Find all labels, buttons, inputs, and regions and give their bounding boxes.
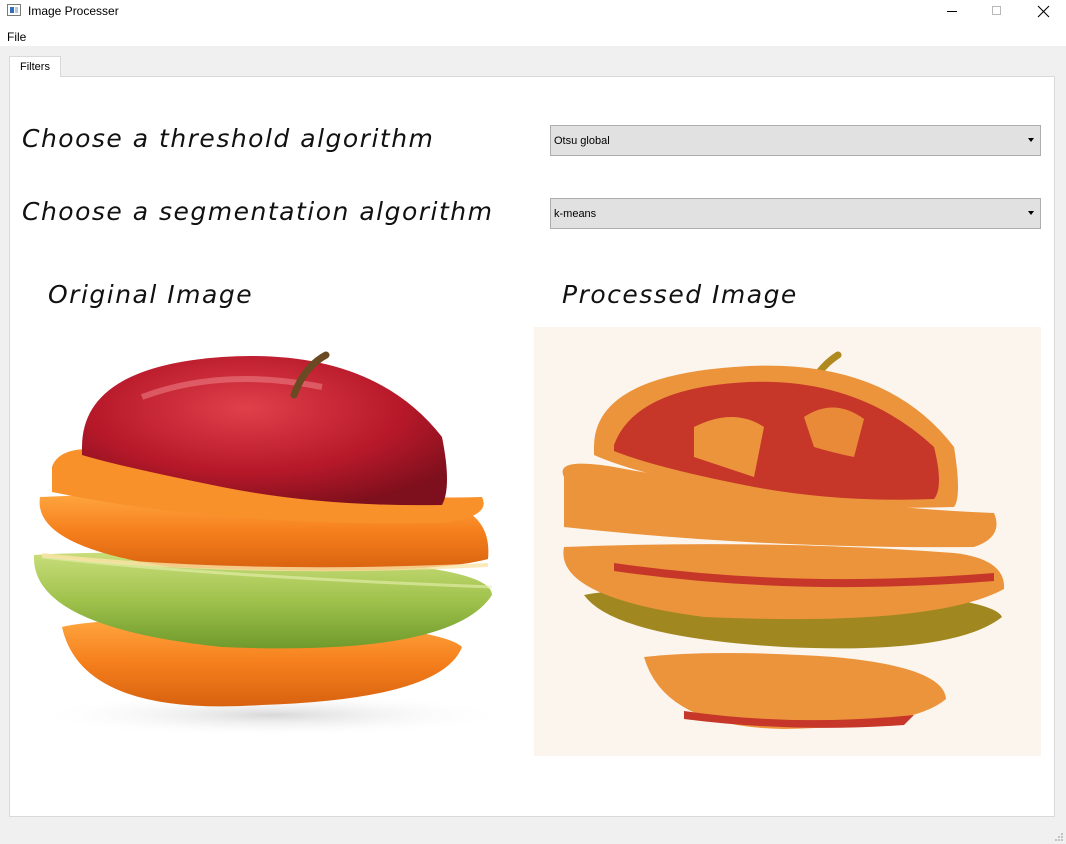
menu-bar: File: [0, 24, 1066, 46]
original-image-title: Original Image: [48, 280, 254, 309]
tab-filters-label: Filters: [20, 61, 50, 73]
chevron-down-icon: [1028, 211, 1034, 215]
processed-image-title: Processed Image: [562, 280, 798, 309]
minimize-button[interactable]: [929, 0, 975, 24]
original-image: [22, 327, 528, 757]
segmentation-label: Choose a segmentation algorithm: [22, 197, 494, 226]
threshold-select[interactable]: Otsu global: [550, 125, 1041, 156]
threshold-select-value: Otsu global: [554, 135, 610, 147]
tab-filters[interactable]: Filters: [9, 56, 61, 77]
processed-image: [534, 327, 1041, 756]
menu-file[interactable]: File: [7, 30, 26, 44]
threshold-label: Choose a threshold algorithm: [22, 124, 435, 153]
segmentation-select-value: k-means: [554, 208, 597, 220]
maximize-button[interactable]: [974, 0, 1020, 24]
maximize-icon: [992, 6, 1001, 15]
window-icon: [7, 4, 21, 16]
minimize-icon: [947, 11, 957, 12]
close-button[interactable]: [1020, 0, 1066, 24]
close-icon: [1037, 5, 1050, 18]
resize-grip-icon[interactable]: [1052, 830, 1064, 842]
window-title: Image Processer: [28, 4, 119, 18]
title-bar: Image Processer: [0, 0, 1066, 24]
segmentation-select[interactable]: k-means: [550, 198, 1041, 229]
chevron-down-icon: [1028, 138, 1034, 142]
